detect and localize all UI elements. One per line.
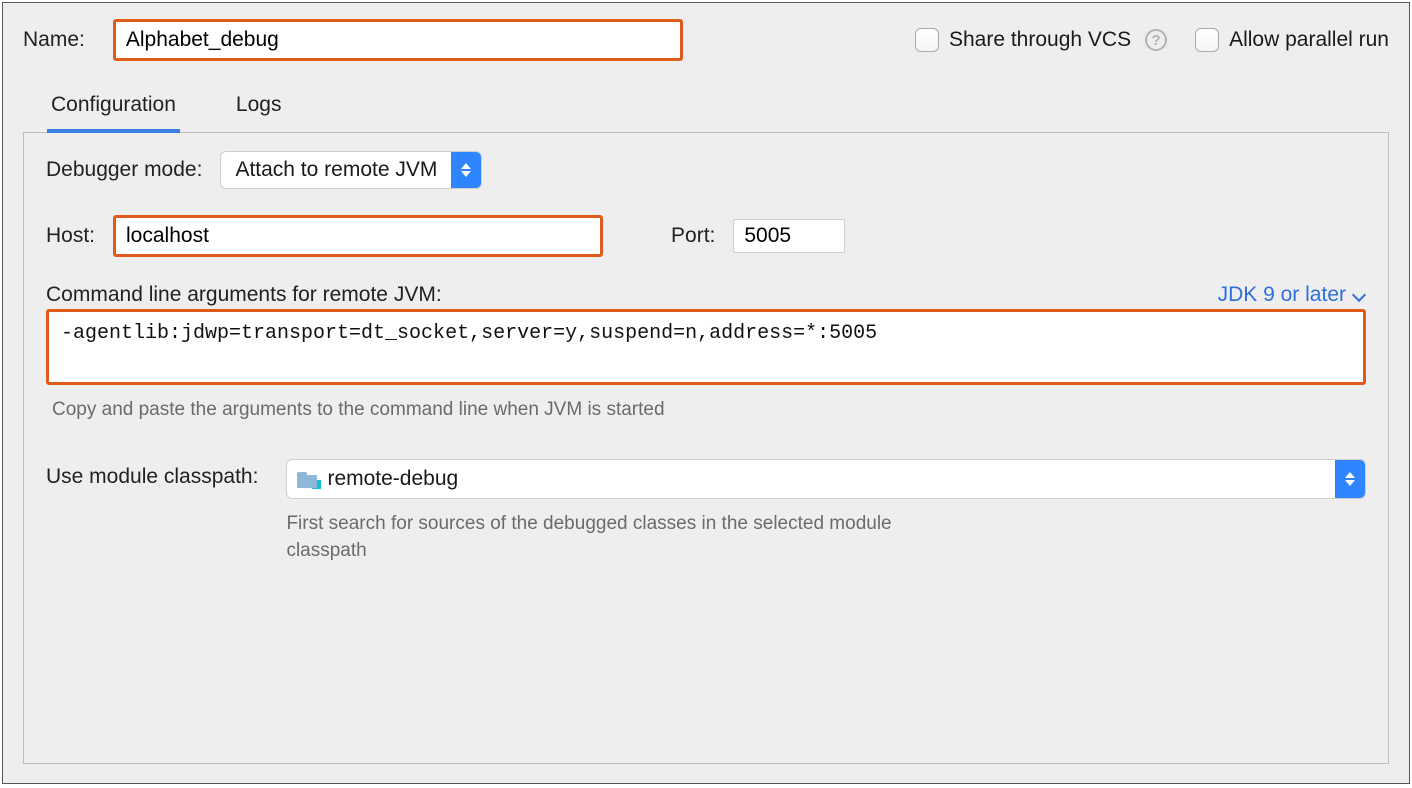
tab-configuration[interactable]: Configuration bbox=[47, 87, 180, 133]
jdk-link-label: JDK 9 or later bbox=[1218, 283, 1346, 307]
module-folder-icon bbox=[297, 470, 319, 488]
tabs: Configuration Logs bbox=[23, 87, 1389, 133]
cmdline-args-field[interactable]: -agentlib:jdwp=transport=dt_socket,serve… bbox=[46, 309, 1366, 385]
chevron-updown-icon bbox=[1335, 460, 1365, 498]
debugger-mode-select[interactable]: Attach to remote JVM bbox=[220, 151, 482, 189]
help-icon[interactable]: ? bbox=[1145, 29, 1167, 51]
configuration-panel: Debugger mode: Attach to remote JVM Host… bbox=[23, 132, 1389, 764]
chevron-updown-icon bbox=[451, 152, 481, 188]
allow-parallel-label: Allow parallel run bbox=[1229, 28, 1389, 52]
name-input[interactable] bbox=[113, 19, 683, 61]
port-input[interactable] bbox=[733, 219, 845, 253]
run-config-dialog: Name: Share through VCS ? Allow parallel… bbox=[2, 2, 1410, 784]
allow-parallel-option[interactable]: Allow parallel run bbox=[1195, 28, 1389, 52]
port-label: Port: bbox=[671, 224, 715, 248]
host-port-row: Host: Port: bbox=[46, 215, 1366, 257]
chevron-down-icon bbox=[1352, 288, 1366, 302]
jdk-version-dropdown[interactable]: JDK 9 or later bbox=[1218, 283, 1366, 307]
host-input[interactable] bbox=[113, 215, 603, 257]
module-classpath-select[interactable]: remote-debug bbox=[286, 459, 1366, 499]
top-row: Name: Share through VCS ? Allow parallel… bbox=[23, 19, 1389, 61]
module-classpath-row: Use module classpath: remote-debug First… bbox=[46, 459, 1366, 564]
debugger-mode-label: Debugger mode: bbox=[46, 158, 202, 182]
share-vcs-label: Share through VCS bbox=[949, 28, 1131, 52]
debugger-mode-row: Debugger mode: Attach to remote JVM bbox=[46, 151, 1366, 189]
allow-parallel-checkbox[interactable] bbox=[1195, 28, 1219, 52]
cmdline-header: Command line arguments for remote JVM: J… bbox=[46, 283, 1366, 307]
host-label: Host: bbox=[46, 224, 95, 248]
share-vcs-option[interactable]: Share through VCS ? bbox=[915, 28, 1167, 52]
module-classpath-label: Use module classpath: bbox=[46, 459, 258, 489]
cmdline-label: Command line arguments for remote JVM: bbox=[46, 283, 442, 307]
share-vcs-checkbox[interactable] bbox=[915, 28, 939, 52]
name-label: Name: bbox=[23, 28, 85, 52]
module-classpath-hint: First search for sources of the debugged… bbox=[286, 511, 946, 564]
cmdline-copy-hint: Copy and paste the arguments to the comm… bbox=[52, 399, 1366, 421]
debugger-mode-value: Attach to remote JVM bbox=[221, 152, 451, 188]
module-classpath-value: remote-debug bbox=[327, 467, 458, 491]
tab-logs[interactable]: Logs bbox=[232, 87, 286, 133]
